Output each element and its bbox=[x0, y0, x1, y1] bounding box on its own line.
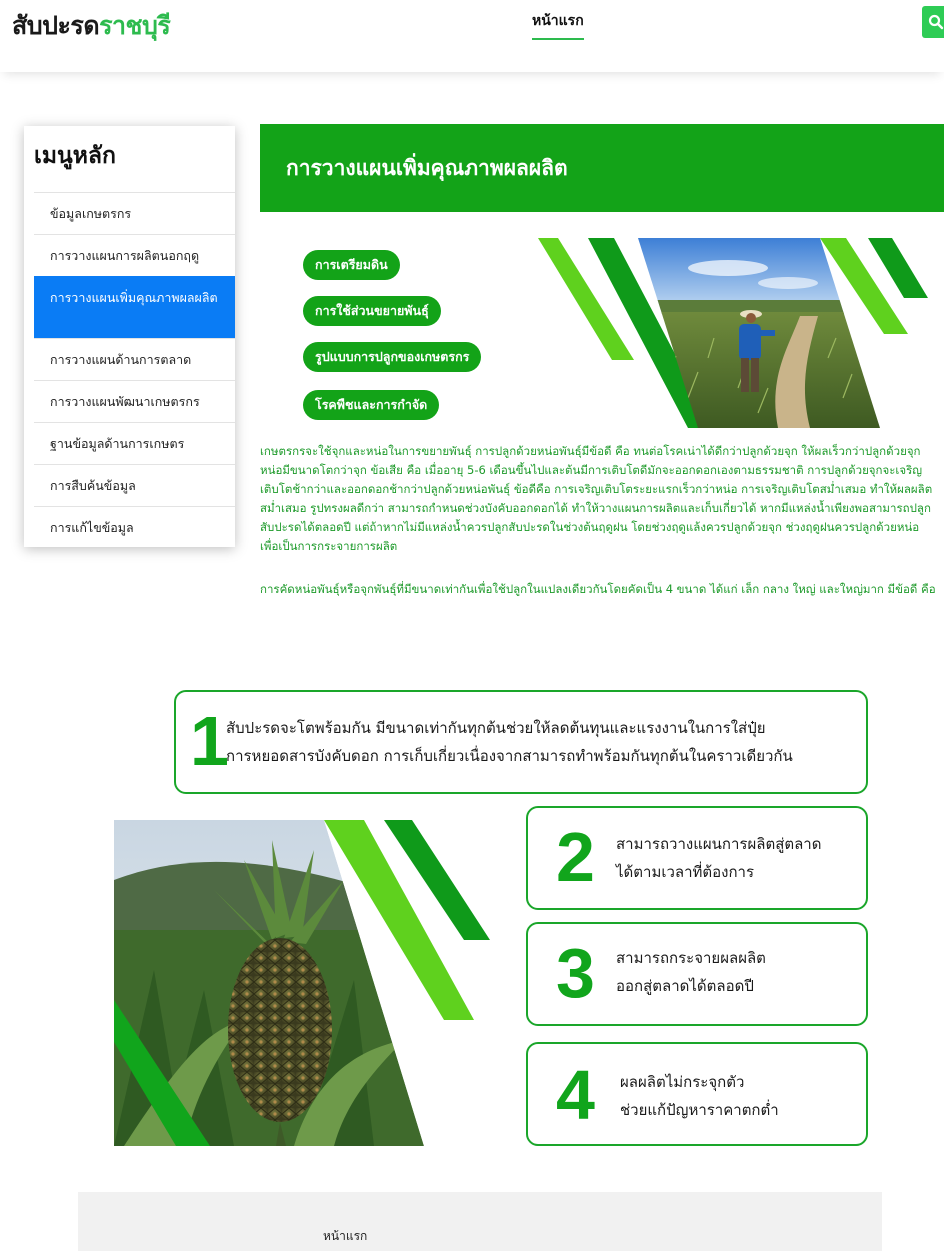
benefit-text-line1: สามารถกระจายผลผลิต bbox=[616, 949, 766, 967]
sidebar-item-marketing-plan[interactable]: การวางแผนด้านการตลาด bbox=[34, 338, 235, 380]
benefit-text-line2: การหยอดสารบังคับดอก การเก็บเกี่ยวเนื่องจ… bbox=[226, 747, 793, 765]
benefit-text-line2: ช่วยแก้ปัญหาราคาตกต่ำ bbox=[620, 1101, 779, 1119]
page-title-banner: การวางแผนเพิ่มคุณภาพผลผลิต bbox=[260, 124, 944, 212]
planting-patterns-button[interactable]: รูปแบบการปลูกของเกษตรกร bbox=[303, 342, 482, 372]
footer-home-link[interactable]: หน้าแรก bbox=[323, 1227, 367, 1246]
farmer-field-photo bbox=[538, 238, 928, 428]
benefit-text-line2: ออกสู่ตลาดได้ตลอดปี bbox=[616, 977, 754, 995]
nav-home-link[interactable]: หน้าแรก bbox=[532, 10, 584, 40]
benefit-number: 2 bbox=[556, 818, 595, 896]
benefit-number: 1 bbox=[190, 702, 229, 780]
site-header: สับปะรดราชบุรี หน้าแรก bbox=[0, 0, 944, 72]
sidebar-menu: เมนูหลัก ข้อมูลเกษตรกร การวางแผนการผลิตน… bbox=[24, 126, 235, 547]
benefit-text-line1: สามารถวางแผนการผลิตสู่ตลาด bbox=[616, 835, 822, 853]
page-title: การวางแผนเพิ่มคุณภาพผลผลิต bbox=[286, 156, 568, 180]
search-icon bbox=[928, 14, 944, 30]
site-logo[interactable]: สับปะรดราชบุรี bbox=[12, 6, 171, 46]
logo-text-part2: ราชบุรี bbox=[99, 11, 171, 40]
plant-disease-button[interactable]: โรคพืชและการกำจัด bbox=[303, 390, 440, 420]
benefit-text-line1: สับปะรดจะโตพร้อมกัน มีขนาดเท่ากันทุกต้นช… bbox=[226, 719, 766, 737]
propagation-material-button[interactable]: การใช้ส่วนขยายพันธุ์ bbox=[303, 296, 441, 326]
benefit-box-3: 3 สามารถกระจายผลผลิต ออกสู่ตลาดได้ตลอดปี bbox=[526, 922, 868, 1026]
benefit-box-1: 1 สับปะรดจะโตพร้อมกัน มีขนาดเท่ากันทุกต้… bbox=[174, 690, 868, 794]
search-button[interactable] bbox=[922, 6, 944, 38]
benefit-text-line2: ได้ตามเวลาที่ต้องการ bbox=[616, 863, 755, 881]
benefit-number: 3 bbox=[556, 934, 595, 1012]
sidebar-item-farmer-info[interactable]: ข้อมูลเกษตรกร bbox=[34, 192, 235, 234]
benefit-text-line1: ผลผลิตไม่กระจุกตัว bbox=[620, 1073, 745, 1091]
benefit-box-2: 2 สามารถวางแผนการผลิตสู่ตลาด ได้ตามเวลาท… bbox=[526, 806, 868, 910]
sidebar-menu-list: ข้อมูลเกษตรกร การวางแผนการผลิตนอกฤดู การ… bbox=[34, 192, 235, 548]
sidebar-item-farmer-development[interactable]: การวางแผนพัฒนาเกษตรกร bbox=[34, 380, 235, 422]
site-footer: หน้าแรก bbox=[78, 1192, 882, 1251]
sidebar-item-agri-database[interactable]: ฐานข้อมูลด้านการเกษตร bbox=[34, 422, 235, 464]
sidebar-item-offseason-plan[interactable]: การวางแผนการผลิตนอกฤดู bbox=[34, 234, 235, 276]
sidebar-item-edit-data[interactable]: การแก้ไขข้อมูล bbox=[34, 506, 235, 548]
sidebar-item-quality-plan[interactable]: การวางแผนเพิ่มคุณภาพผลผลิต bbox=[34, 276, 235, 338]
logo-text-part1: สับปะรด bbox=[12, 11, 100, 40]
benefit-box-4: 4 ผลผลิตไม่กระจุกตัว ช่วยแก้ปัญหาราคาตกต… bbox=[526, 1042, 868, 1146]
sidebar-item-search-data[interactable]: การสืบค้นข้อมูล bbox=[34, 464, 235, 506]
pineapple-photo bbox=[114, 820, 490, 1146]
propagation-paragraph: เกษตรกรจะใช้จุกและหน่อในการขยายพันธุ์ กา… bbox=[260, 444, 933, 553]
sidebar-title: เมนูหลัก bbox=[34, 143, 116, 169]
soil-preparation-button[interactable]: การเตรียมดิน bbox=[303, 250, 400, 280]
benefit-number: 4 bbox=[556, 1056, 595, 1134]
sorting-paragraph: การคัดหน่อพันธุ์หรือจุกพันธุ์ที่มีขนาดเท… bbox=[260, 582, 936, 596]
